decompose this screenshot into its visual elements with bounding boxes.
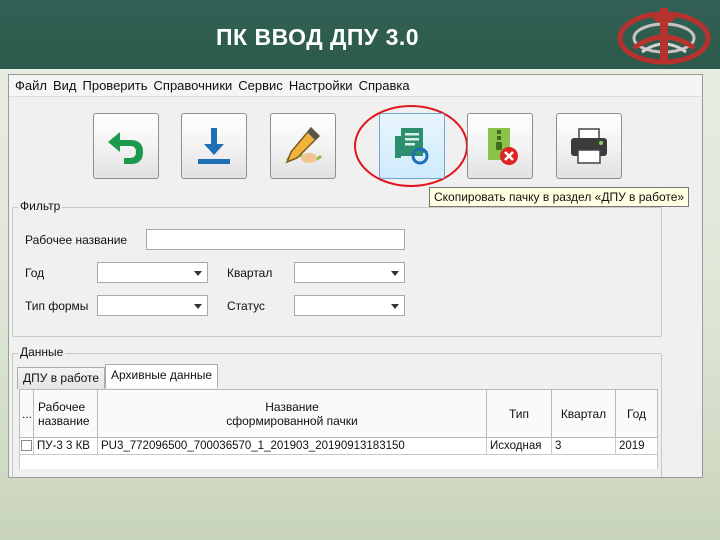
data-group-title: Данные	[18, 345, 66, 359]
download-icon	[198, 128, 230, 164]
archive-delete-button[interactable]	[467, 113, 533, 179]
work-name-input[interactable]	[146, 229, 405, 250]
archive-delete-icon	[488, 128, 518, 165]
year-select[interactable]	[97, 262, 208, 283]
table-header-row: ... Рабочее название Название сформирова…	[19, 389, 658, 438]
column-header-package-name[interactable]: Название сформированной пачки	[97, 389, 487, 438]
slide-title: ПК ВВОД ДПУ 3.0	[216, 24, 420, 50]
download-button[interactable]	[181, 113, 247, 179]
filter-group-title: Фильтр	[18, 199, 63, 213]
tab-archive-data[interactable]: Архивные данные	[105, 364, 219, 388]
table-row[interactable]: ПУ-3 3 КВ PU3_772096500_700036570_1_2019…	[19, 437, 658, 455]
menu-settings[interactable]: Настройки	[286, 78, 356, 93]
emblem-logo-icon	[617, 8, 711, 65]
edit-button[interactable]	[270, 113, 336, 179]
chevron-down-icon	[391, 271, 399, 276]
column-header-year[interactable]: Год	[615, 389, 658, 438]
menu-bar: Файл Вид Проверить Справочники Сервис На…	[9, 75, 702, 97]
edit-pen-icon	[285, 126, 323, 164]
cell-type: Исходная	[486, 437, 552, 455]
column-header-work-name[interactable]: Рабочее название	[33, 389, 98, 438]
cell-year: 2019	[615, 437, 658, 455]
menu-file[interactable]: Файл	[12, 78, 50, 93]
column-header-quarter[interactable]: Квартал	[551, 389, 616, 438]
application-window: Файл Вид Проверить Справочники Сервис На…	[8, 74, 703, 478]
chevron-down-icon	[194, 271, 202, 276]
tooltip: Скопировать пачку в раздел «ДПУ в работе…	[429, 187, 690, 207]
data-table: ... Рабочее название Название сформирова…	[19, 389, 658, 469]
printer-icon	[571, 128, 607, 164]
quarter-label: Квартал	[227, 266, 273, 280]
cell-work-name: ПУ-3 3 КВ	[33, 437, 98, 455]
menu-references[interactable]: Справочники	[151, 78, 236, 93]
year-label: Год	[25, 266, 45, 280]
print-button[interactable]	[556, 113, 622, 179]
menu-check[interactable]: Проверить	[80, 78, 151, 93]
form-type-select[interactable]	[97, 295, 208, 316]
chevron-down-icon	[391, 304, 399, 309]
copy-to-work-button[interactable]	[379, 113, 445, 179]
chevron-down-icon	[194, 304, 202, 309]
cell-package-name: PU3_772096500_700036570_1_201903_2019091…	[97, 437, 487, 455]
quarter-select[interactable]	[294, 262, 405, 283]
slide-header: ПК ВВОД ДПУ 3.0	[0, 0, 720, 72]
copy-to-work-icon	[395, 128, 429, 165]
column-header-select[interactable]: ...	[19, 389, 34, 438]
form-type-label: Тип формы	[25, 299, 89, 313]
row-checkbox-cell[interactable]	[19, 437, 34, 455]
status-label: Статус	[227, 299, 265, 313]
menu-help[interactable]: Справка	[356, 78, 413, 93]
tab-dpu-in-work[interactable]: ДПУ в работе	[17, 367, 106, 389]
menu-service[interactable]: Сервис	[235, 78, 286, 93]
status-select[interactable]	[294, 295, 405, 316]
undo-arrow-icon	[108, 132, 143, 164]
column-header-type[interactable]: Тип	[486, 389, 552, 438]
menu-view[interactable]: Вид	[50, 78, 80, 93]
table-row-empty	[19, 454, 658, 469]
undo-button[interactable]	[93, 113, 159, 179]
cell-quarter: 3	[551, 437, 616, 455]
row-checkbox[interactable]	[21, 440, 32, 452]
work-name-label: Рабочее название	[25, 233, 128, 247]
